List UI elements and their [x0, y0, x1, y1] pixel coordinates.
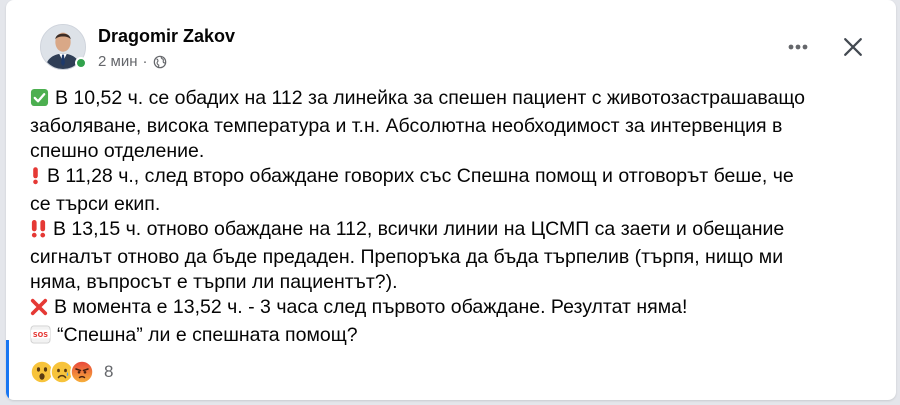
text-p3c: няма, въпросът е търпи ли пациентът?).	[30, 271, 398, 293]
author-avatar[interactable]	[40, 24, 87, 70]
text-line: В 13,15 ч. отново обаждане на 112, всичк…	[30, 217, 880, 245]
post-meta: 2 мин ·	[98, 53, 167, 70]
text-line: няма, въпросът е търпи ли пациентът?).	[30, 270, 880, 295]
sos-icon: SOS	[30, 325, 51, 351]
text-p3b: сигналът отново да бъде предаден. Препор…	[30, 246, 784, 268]
paragraph-3: В 13,15 ч. отново обаждане на 112, всичк…	[30, 217, 880, 295]
paragraph-4: В момента е 13,52 ч. - 3 часа след първо…	[30, 295, 880, 323]
more-options-button[interactable]	[784, 33, 812, 61]
more-dots-icon	[788, 44, 808, 50]
online-status-dot	[75, 57, 87, 69]
text-line: В момента е 13,52 ч. - 3 часа след първо…	[30, 295, 880, 323]
reaction-count[interactable]: 8	[104, 362, 113, 382]
reactions-bar[interactable]: 8	[30, 360, 113, 384]
text-p5a: “Спешна” ли е спешната помощ?	[57, 324, 358, 346]
close-icon	[844, 38, 862, 56]
text-line: спешно отделение.	[30, 139, 880, 164]
svg-text:SOS: SOS	[33, 331, 48, 339]
post-actions	[784, 32, 868, 62]
text-p1b: заболяване, висока температура и т.н. Аб…	[30, 115, 783, 137]
angry-reaction-icon	[70, 360, 94, 384]
paragraph-2: В 11,28 ч., след второ обаждане говорих …	[30, 164, 880, 217]
text-p2b: се търси екип.	[30, 193, 161, 215]
exclamation-icon	[30, 166, 41, 192]
text-line: заболяване, висока температура и т.н. Аб…	[30, 114, 880, 139]
text-line: В 10,52 ч. се обадих на 112 за линейка з…	[30, 86, 880, 114]
author-name[interactable]: Dragomir Zakov	[98, 26, 235, 47]
left-accent-bar	[6, 340, 9, 400]
post-timestamp[interactable]: 2 мин	[98, 53, 138, 70]
text-line: сигналът отново да бъде предаден. Препор…	[30, 245, 880, 270]
text-p2a: В 11,28 ч., след второ обаждане говорих …	[47, 165, 794, 187]
text-line: SOS “Спешна” ли е спешната помощ?	[30, 323, 880, 351]
cross-mark-icon	[30, 298, 48, 323]
double-exclamation-icon	[30, 219, 47, 245]
close-button[interactable]	[838, 32, 868, 62]
text-p1a: В 10,52 ч. се обадих на 112 за линейка з…	[55, 87, 805, 109]
paragraph-1: В 10,52 ч. се обадих на 112 за линейка з…	[30, 86, 880, 164]
meta-separator: ·	[142, 53, 148, 70]
text-p1c: спешно отделение.	[30, 140, 205, 162]
post-card: Dragomir Zakov 2 мин · В 10,52 ч. се оба…	[6, 0, 896, 400]
text-p3a: В 13,15 ч. отново обаждане на 112, всичк…	[53, 218, 785, 240]
reaction-icons	[30, 360, 94, 384]
check-mark-icon	[30, 88, 49, 114]
text-p4a: В момента е 13,52 ч. - 3 часа след първо…	[54, 296, 688, 318]
text-line: В 11,28 ч., след второ обаждане говорих …	[30, 164, 880, 192]
paragraph-5: SOS “Спешна” ли е спешната помощ?	[30, 323, 880, 351]
text-line: се търси екип.	[30, 192, 880, 217]
globe-icon[interactable]	[153, 55, 167, 69]
post-header: Dragomir Zakov 2 мин ·	[30, 18, 876, 78]
post-body: В 10,52 ч. се обадих на 112 за линейка з…	[30, 86, 880, 351]
